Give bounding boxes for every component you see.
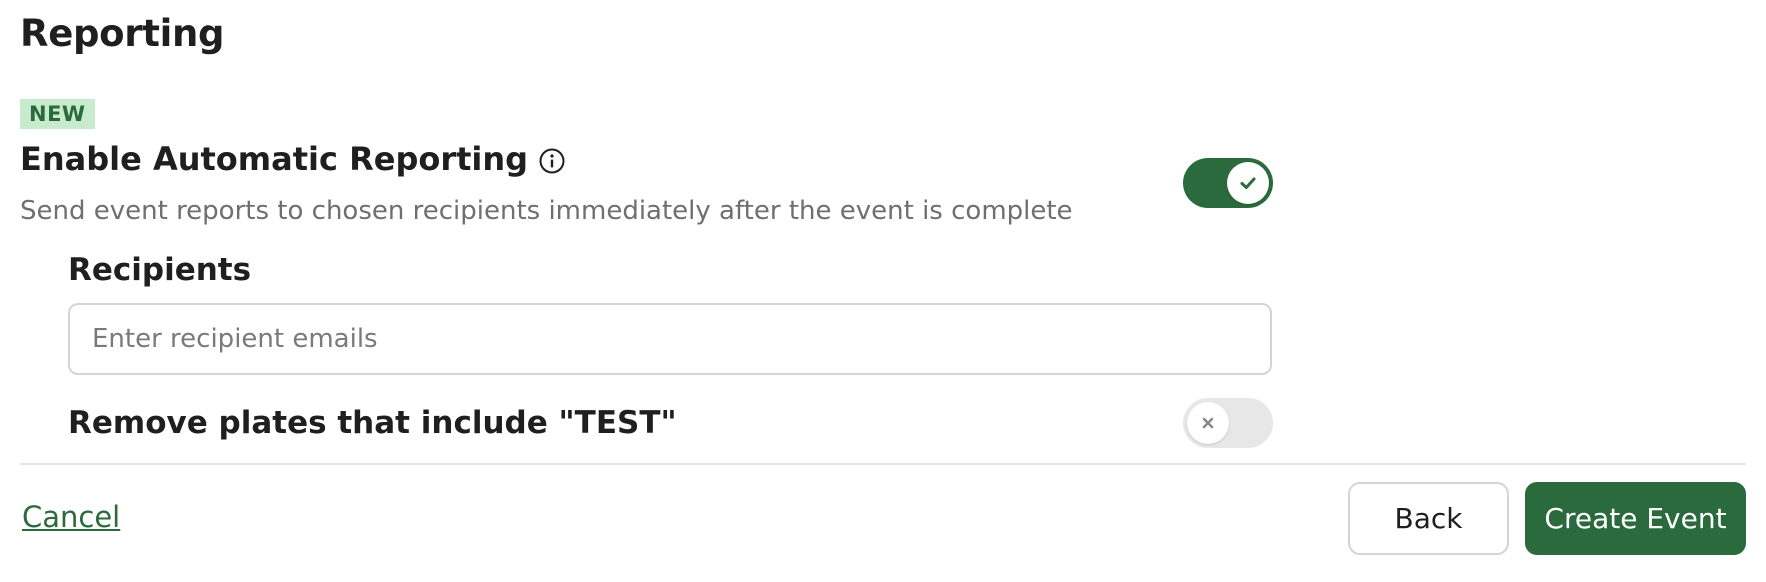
toggle-knob bbox=[1227, 162, 1269, 204]
recipients-label: Recipients bbox=[68, 252, 252, 288]
automatic-reporting-description: Send event reports to chosen recipients … bbox=[20, 196, 1073, 226]
toggle-knob bbox=[1187, 402, 1229, 444]
section-title: Reporting bbox=[20, 12, 225, 55]
automatic-reporting-toggle[interactable] bbox=[1183, 158, 1273, 208]
info-icon[interactable] bbox=[538, 145, 566, 174]
reporting-page: Reporting NEW Enable Automatic Reporting… bbox=[0, 0, 1766, 582]
remove-test-plates-label: Remove plates that include "TEST" bbox=[68, 405, 677, 441]
cancel-link[interactable]: Cancel bbox=[22, 500, 120, 534]
new-badge: NEW bbox=[20, 99, 95, 129]
remove-test-plates-toggle[interactable] bbox=[1183, 398, 1273, 448]
close-icon bbox=[1202, 417, 1214, 429]
recipients-input[interactable] bbox=[68, 303, 1272, 375]
create-event-button[interactable]: Create Event bbox=[1525, 482, 1746, 555]
footer-divider bbox=[20, 463, 1746, 465]
automatic-reporting-label: Enable Automatic Reporting bbox=[20, 140, 529, 178]
automatic-reporting-title: Enable Automatic Reporting bbox=[20, 140, 566, 178]
check-icon bbox=[1240, 177, 1256, 189]
back-button[interactable]: Back bbox=[1348, 482, 1509, 555]
